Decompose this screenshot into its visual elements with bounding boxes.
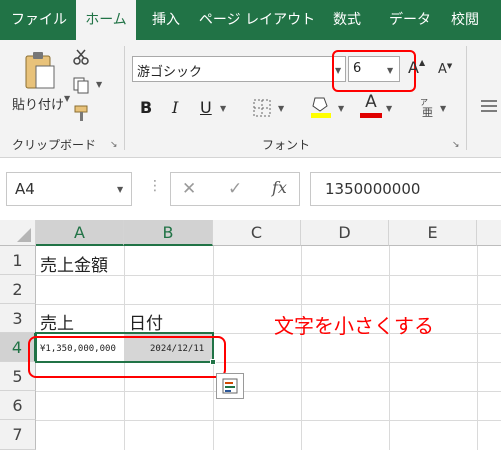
underline-button[interactable]: U [200,98,212,117]
paste-dropdown-icon[interactable]: ▼ [64,94,70,103]
grid-line [301,246,302,450]
annotation-highlight-row4 [28,336,226,378]
borders-icon[interactable] [252,98,272,122]
grid-line [36,391,501,392]
font-size-highlight [332,50,416,92]
select-all-corner[interactable] [0,220,36,246]
font-color-dropdown-icon[interactable]: ▼ [386,104,392,113]
row-header-1[interactable]: 1 [0,246,36,275]
tab-review[interactable]: 校閲 [444,0,486,40]
annotation-text: 文字を小さくする [274,314,434,338]
borders-dropdown-icon[interactable]: ▼ [278,104,284,113]
formula-input[interactable]: 1350000000 [310,172,501,206]
column-header-d[interactable]: D [301,220,389,246]
ribbon-home: 貼り付け ▼ ▼ クリップボード ↘ 游ゴシック ▼ 6 ▼ A▲ A▼ B I… [0,40,501,158]
group-divider [466,46,467,150]
decrease-font-size-icon[interactable]: A▼ [438,62,452,77]
group-divider [124,46,125,150]
cell-a3[interactable]: 売上 [40,309,74,334]
format-painter-icon[interactable] [72,104,92,126]
bold-button[interactable]: B [140,98,152,117]
name-box-dropdown-icon[interactable]: ▼ [117,185,123,194]
increase-font-size-icon[interactable]: A▲ [408,58,425,77]
row-header-7[interactable]: 7 [0,420,36,450]
cancel-icon[interactable]: ✕ [182,179,196,199]
clipboard-group-label: クリップボード [12,138,97,152]
copy-icon[interactable] [72,76,90,98]
paste-button[interactable]: 貼り付け [12,94,64,113]
phonetic-icon[interactable]: ア亜 [418,96,438,122]
font-group-label: フォント [262,138,311,152]
quick-analysis-icon [222,378,238,394]
row-header-3[interactable]: 3 [0,304,36,333]
fill-color-dropdown-icon[interactable]: ▼ [338,104,344,113]
align-icon[interactable] [480,98,498,118]
clipboard-launcher-icon[interactable]: ↘ [110,140,118,150]
cut-icon[interactable] [72,48,90,70]
font-name-combo[interactable]: 游ゴシック ▼ [132,56,346,82]
tab-file[interactable]: ファイル [8,0,70,40]
grid-line [36,420,501,421]
enter-icon[interactable]: ✓ [228,179,242,199]
tab-home[interactable]: ホーム [76,0,136,40]
column-header-a[interactable]: A [36,220,124,246]
tab-formulas[interactable]: 数式 [322,0,372,40]
tab-insert[interactable]: 挿入 [140,0,192,40]
worksheet-grid: A B C D E 1 2 3 4 5 6 7 売上金額 売上 日付 ¥1,35… [0,220,501,450]
tab-page-layout[interactable]: ページ レイアウト [198,0,316,40]
row-header-2[interactable]: 2 [0,275,36,304]
copy-dropdown-icon[interactable]: ▼ [96,80,102,89]
column-header-e[interactable]: E [389,220,477,246]
underline-dropdown-icon[interactable]: ▼ [220,104,226,113]
column-header-b[interactable]: B [124,220,213,246]
grid-line [36,304,501,305]
cell-b3[interactable]: 日付 [129,309,163,334]
grid-line [477,246,478,450]
row-header-6[interactable]: 6 [0,391,36,420]
italic-button[interactable]: I [172,98,178,117]
font-color-letter: A [365,92,377,112]
svg-text:亜: 亜 [422,106,433,118]
quick-analysis-button[interactable] [216,373,244,399]
ribbon-tab-bar: ファイル ホーム 挿入 ページ レイアウト 数式 データ 校閲 [0,0,501,40]
insert-function-icon[interactable]: fx [272,178,287,197]
fill-color-icon[interactable] [310,94,332,122]
tab-data[interactable]: データ [380,0,440,40]
grid-line [389,246,390,450]
font-color-icon[interactable]: A [360,92,382,118]
name-box[interactable]: A4 ▼ [6,172,132,206]
paste-icon[interactable] [22,50,58,92]
column-header-f[interactable] [477,220,501,246]
font-name-value: 游ゴシック [137,65,203,80]
decrease-font-size-label: A [438,62,447,77]
formula-bar: A4 ▼ ⋮ ✕ ✓ fx 1350000000 [0,158,501,220]
name-box-value: A4 [15,180,35,198]
formula-value: 1350000000 [325,180,421,198]
increase-font-size-label: A [408,58,419,77]
phonetic-dropdown-icon[interactable]: ▼ [440,104,446,113]
column-header-c[interactable]: C [213,220,301,246]
font-launcher-icon[interactable]: ↘ [452,140,460,150]
formula-bar-grip-icon: ⋮ [148,178,162,194]
cell-a1[interactable]: 売上金額 [40,251,108,276]
